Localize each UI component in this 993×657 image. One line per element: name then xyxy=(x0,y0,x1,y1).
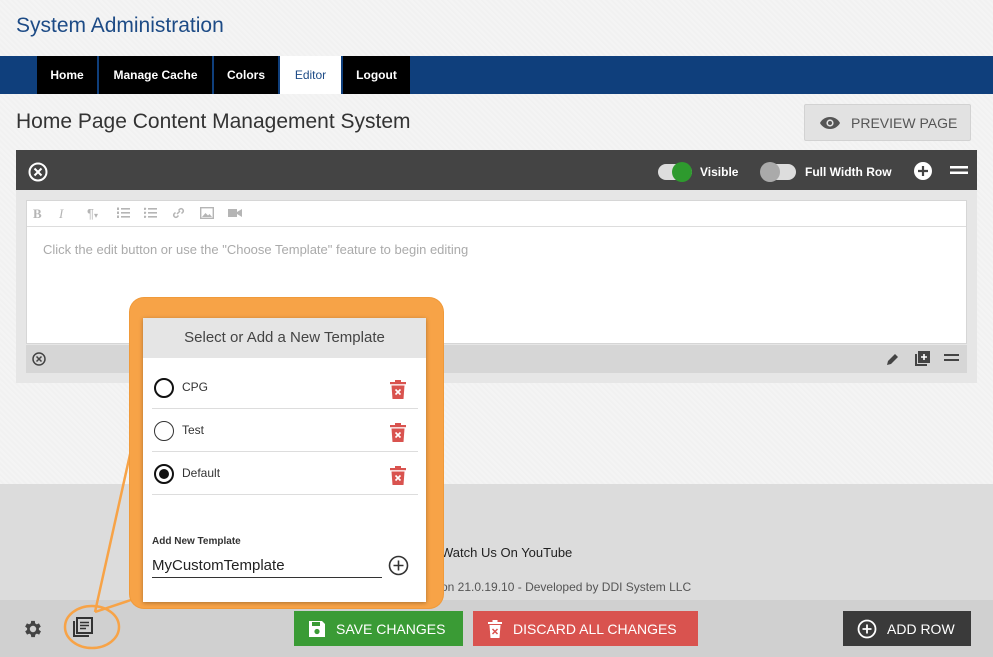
pencil-icon[interactable] xyxy=(886,352,900,366)
template-radio[interactable] xyxy=(154,378,174,398)
main-navbar: Home Manage Cache Colors Editor Logout xyxy=(0,56,993,94)
trash-icon[interactable] xyxy=(390,466,406,485)
editor-placeholder: Click the edit button or use the "Choose… xyxy=(43,242,469,257)
ordered-list-icon[interactable] xyxy=(117,207,130,219)
bold-icon[interactable]: B xyxy=(33,206,42,222)
drag-handle-icon[interactable] xyxy=(950,164,968,176)
italic-icon[interactable]: I xyxy=(59,206,63,222)
floppy-disk-icon xyxy=(309,620,325,637)
trash-icon[interactable] xyxy=(390,380,406,399)
template-radio[interactable] xyxy=(154,421,174,441)
youtube-link[interactable]: Watch Us On YouTube xyxy=(441,545,572,560)
page-title: Home Page Content Management System xyxy=(16,110,411,133)
add-row-label: ADD ROW xyxy=(887,620,955,637)
template-name: CPG xyxy=(182,380,209,394)
add-column-icon[interactable] xyxy=(913,161,933,181)
add-row-button[interactable]: ADD ROW xyxy=(843,611,971,646)
nav-manage-cache[interactable]: Manage Cache xyxy=(99,56,212,94)
templates-icon[interactable] xyxy=(73,617,93,637)
trash-icon xyxy=(488,619,502,638)
version-text: on 21.0.19.10 - Developed by DDI System … xyxy=(441,580,692,594)
template-item[interactable]: Default xyxy=(152,452,418,495)
template-popup-title: Select or Add a New Template xyxy=(143,318,426,358)
add-template-label: Add New Template xyxy=(152,536,241,547)
save-changes-button[interactable]: SAVE CHANGES xyxy=(294,611,463,646)
paragraph-icon[interactable]: ¶▾ xyxy=(87,206,98,221)
nav-home[interactable]: Home xyxy=(37,56,97,94)
template-name: Test xyxy=(182,423,205,437)
site-title: System Administration xyxy=(16,14,224,37)
drag-handle-icon[interactable] xyxy=(944,353,959,363)
template-item[interactable]: Test xyxy=(152,409,418,452)
template-item[interactable]: CPG xyxy=(152,366,418,409)
bullet-list-icon[interactable] xyxy=(144,207,157,219)
plus-circle-icon xyxy=(857,619,877,638)
trash-icon[interactable] xyxy=(390,423,406,442)
preview-page-label: PREVIEW PAGE xyxy=(851,114,958,131)
full-width-toggle[interactable] xyxy=(760,162,796,182)
nav-editor[interactable]: Editor xyxy=(280,56,341,94)
save-changes-label: SAVE CHANGES xyxy=(336,620,446,637)
add-block-icon[interactable] xyxy=(915,351,930,366)
template-name: Default xyxy=(182,466,221,480)
close-circle-icon[interactable] xyxy=(28,162,48,182)
nav-logout[interactable]: Logout xyxy=(343,56,410,94)
plus-circle-icon[interactable] xyxy=(388,555,409,576)
template-popup: Select or Add a New Template CPG Test De… xyxy=(143,318,426,602)
discard-changes-button[interactable]: DISCARD ALL CHANGES xyxy=(473,611,698,646)
row-toolbar: Visible Full Width Row xyxy=(16,150,977,190)
video-icon[interactable] xyxy=(228,208,242,218)
link-icon[interactable] xyxy=(172,207,185,219)
visible-label: Visible xyxy=(700,165,739,179)
discard-changes-label: DISCARD ALL CHANGES xyxy=(513,620,677,637)
template-radio-selected[interactable] xyxy=(154,464,174,484)
editor-toolbar: B I ¶▾ xyxy=(27,201,966,227)
close-circle-icon[interactable] xyxy=(32,352,46,366)
nav-colors[interactable]: Colors xyxy=(214,56,278,94)
gear-icon[interactable] xyxy=(22,618,44,640)
image-icon[interactable] xyxy=(200,207,214,219)
preview-page-button[interactable]: PREVIEW PAGE xyxy=(804,104,971,141)
visible-toggle[interactable] xyxy=(658,162,692,182)
eye-icon xyxy=(820,116,840,129)
full-width-label: Full Width Row xyxy=(805,165,892,179)
add-template-input[interactable] xyxy=(152,554,382,578)
